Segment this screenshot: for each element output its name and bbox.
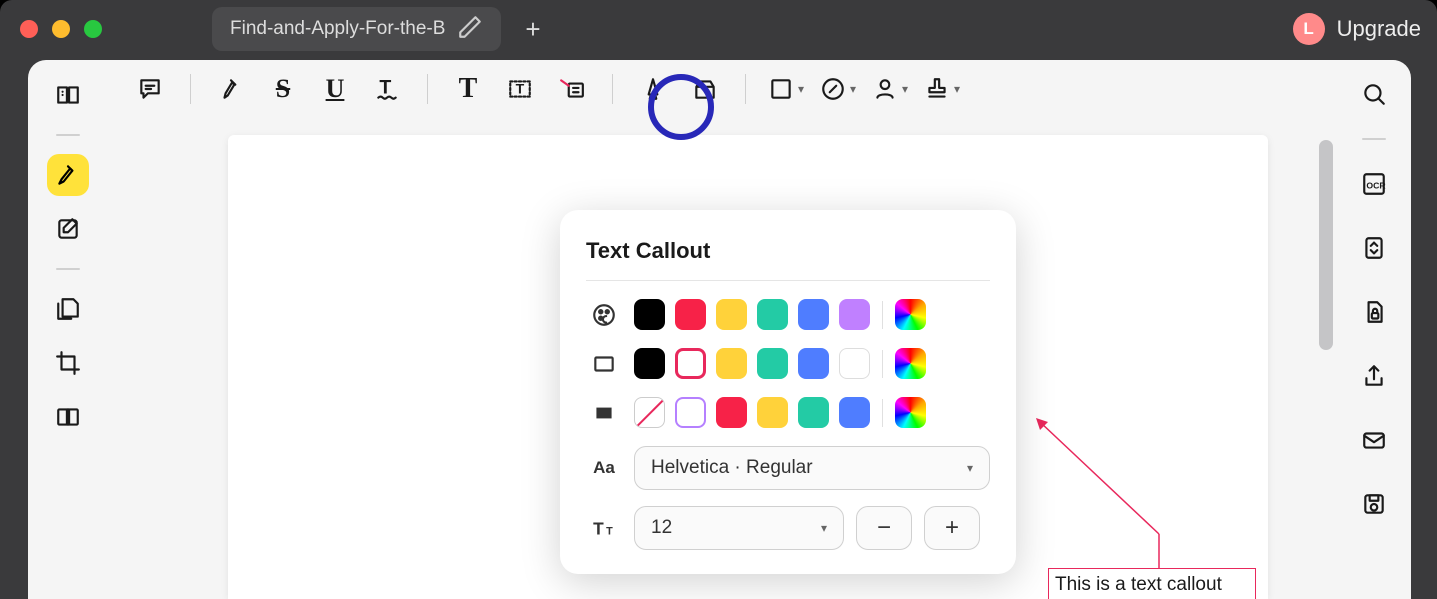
textbox-tool-icon[interactable]: T (502, 69, 538, 109)
upgrade-label: Upgrade (1337, 16, 1421, 42)
underline-icon[interactable]: U (317, 69, 353, 109)
svg-text:T: T (593, 519, 604, 539)
toolbar-divider (190, 74, 191, 104)
squiggly-icon[interactable]: T (369, 69, 405, 109)
border-color-swatches (634, 348, 926, 379)
toolbar-divider (427, 74, 428, 104)
swatch-white[interactable] (839, 348, 870, 379)
divider (1362, 138, 1386, 140)
swatch-blue[interactable] (798, 299, 829, 330)
svg-text:OCR: OCR (1366, 180, 1386, 190)
window-close-button[interactable] (20, 20, 38, 38)
stamp-tool-dropdown[interactable]: ▾ (820, 69, 856, 109)
text-color-icon (586, 302, 622, 328)
avatar: L (1293, 13, 1325, 45)
swatch-yellow[interactable] (716, 299, 747, 330)
toolbar-divider (612, 74, 613, 104)
callout-tool-icon[interactable] (554, 69, 590, 109)
convert-icon[interactable] (1354, 228, 1394, 268)
swatch-divider (882, 301, 883, 329)
scrollbar-thumb[interactable] (1319, 140, 1333, 350)
font-icon: Aa (586, 458, 622, 478)
chevron-down-icon: ▾ (821, 521, 827, 535)
border-color-icon (586, 351, 622, 377)
svg-text:T: T (606, 526, 613, 538)
pen-tool-icon[interactable] (635, 69, 671, 109)
swatch-blue[interactable] (839, 397, 870, 428)
swatch-black[interactable] (634, 299, 665, 330)
swatch-black[interactable] (634, 348, 665, 379)
font-select[interactable]: Helvetica · Regular ▾ (634, 446, 990, 490)
strikethrough-icon[interactable]: S (265, 69, 301, 109)
ocr-icon[interactable]: OCR (1354, 164, 1394, 204)
edit-title-icon[interactable] (457, 14, 483, 45)
swatch-teal[interactable] (798, 397, 829, 428)
swatch-divider (882, 399, 883, 427)
text-tool-icon[interactable]: T (450, 69, 486, 109)
font-size-icon: TT (586, 515, 622, 541)
save-icon[interactable] (1354, 484, 1394, 524)
callout-text-box[interactable]: This is a text callout (1048, 568, 1256, 599)
font-size-decrease-button[interactable]: − (856, 506, 912, 550)
svg-text:T: T (516, 80, 525, 96)
upgrade-button[interactable]: L Upgrade (1293, 13, 1421, 45)
new-tab-button[interactable]: + (525, 14, 540, 45)
main-area: S U T T T ▾ ▾ ▾ ▾ (108, 60, 1337, 599)
fill-color-swatches (634, 397, 926, 428)
swatch-custom-color[interactable] (895, 348, 926, 379)
swatch-yellow[interactable] (716, 348, 747, 379)
popup-title: Text Callout (586, 238, 990, 281)
tab-title: Find-and-Apply-For-the-B (230, 18, 445, 40)
swatch-teal[interactable] (757, 348, 788, 379)
reader-mode-icon[interactable] (47, 74, 89, 116)
text-color-swatches (634, 299, 926, 330)
stamp-tool2-dropdown[interactable]: ▾ (924, 69, 960, 109)
font-size-select[interactable]: 12 ▾ (634, 506, 844, 550)
signature-tool-dropdown[interactable]: ▾ (872, 69, 908, 109)
window-zoom-button[interactable] (84, 20, 102, 38)
right-sidebar: OCR (1337, 60, 1411, 599)
swatch-red[interactable] (675, 299, 706, 330)
pages-icon[interactable] (47, 288, 89, 330)
swatch-purple[interactable] (839, 299, 870, 330)
swatch-transparent[interactable] (675, 397, 706, 428)
comment-tool-icon[interactable] (132, 69, 168, 109)
highlight-tool-icon[interactable] (213, 69, 249, 109)
search-icon[interactable] (1354, 74, 1394, 114)
eraser-tool-icon[interactable] (687, 69, 723, 109)
encrypt-icon[interactable] (1354, 292, 1394, 332)
fill-color-icon (586, 400, 622, 426)
divider (56, 268, 80, 270)
chevron-down-icon: ▾ (967, 461, 973, 475)
callout-text: This is a text callout (1055, 574, 1222, 596)
text-callout-popup: Text Callout (560, 210, 1016, 574)
font-size-increase-button[interactable]: + (924, 506, 980, 550)
share-icon[interactable] (1354, 356, 1394, 396)
swatch-no-fill[interactable] (634, 397, 665, 428)
mail-icon[interactable] (1354, 420, 1394, 460)
document-tab[interactable]: Find-and-Apply-For-the-B (212, 7, 501, 51)
left-sidebar (28, 60, 108, 599)
swatch-custom-color[interactable] (895, 397, 926, 428)
svg-text:T: T (379, 76, 391, 98)
compare-icon[interactable] (47, 396, 89, 438)
crop-icon[interactable] (47, 342, 89, 384)
swatch-divider (882, 350, 883, 378)
top-toolbar: S U T T T ▾ ▾ ▾ ▾ (108, 60, 1337, 118)
swatch-yellow[interactable] (757, 397, 788, 428)
window-minimize-button[interactable] (52, 20, 70, 38)
highlighter-tool-icon[interactable] (47, 154, 89, 196)
swatch-pink-selected[interactable] (675, 348, 706, 379)
swatch-teal[interactable] (757, 299, 788, 330)
font-size-value: 12 (651, 517, 672, 539)
note-tool-icon[interactable] (47, 208, 89, 250)
divider (56, 134, 80, 136)
shape-tool-dropdown[interactable]: ▾ (768, 69, 804, 109)
swatch-red[interactable] (716, 397, 747, 428)
toolbar-divider (745, 74, 746, 104)
font-select-value: Helvetica · Regular (651, 457, 813, 479)
swatch-blue[interactable] (798, 348, 829, 379)
swatch-custom-color[interactable] (895, 299, 926, 330)
